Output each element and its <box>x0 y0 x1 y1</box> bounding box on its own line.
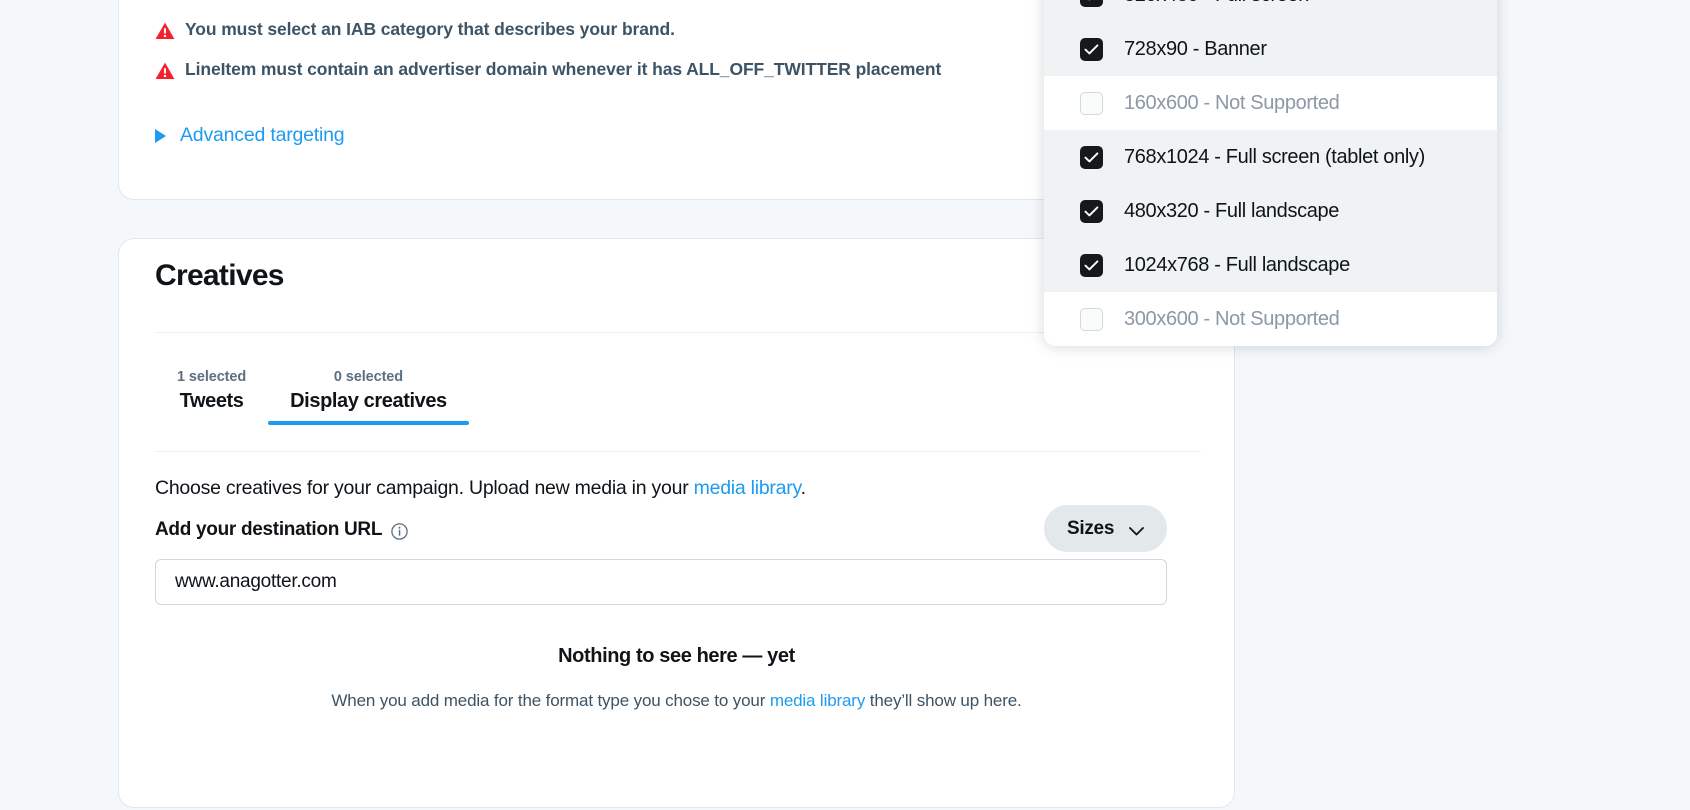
sizes-button-label: Sizes <box>1067 518 1114 540</box>
tab-display-creatives-label: Display creatives <box>290 390 447 413</box>
tab-tweets-count: 1 selected <box>177 369 246 385</box>
chevron-down-icon <box>1129 524 1144 533</box>
checkbox-checked-icon[interactable] <box>1080 38 1103 61</box>
sizes-option-label: 728x90 - Banner <box>1124 38 1267 61</box>
tab-display-creatives[interactable]: 0 selected Display creatives <box>268 369 469 425</box>
validation-error-text: LineItem must contain an advertiser doma… <box>185 59 941 80</box>
warning-triangle-icon <box>155 62 175 80</box>
tabs-underline <box>155 451 1201 452</box>
creatives-tabs: 1 selected Tweets 0 selected Display cre… <box>155 369 469 425</box>
sizes-option-row[interactable]: 480x320 - Full landscape <box>1044 184 1497 238</box>
sizes-option-row[interactable]: 768x1024 - Full screen (tablet only) <box>1044 130 1497 184</box>
sizes-option-label: 160x600 - Not Supported <box>1124 92 1339 115</box>
sizes-option-row: 160x600 - Not Supported <box>1044 76 1497 130</box>
sizes-option-row: 300x600 - Not Supported <box>1044 292 1497 346</box>
destination-url-label: Add your destination URL <box>155 519 382 541</box>
checkbox-checked-icon[interactable] <box>1080 200 1103 223</box>
tab-display-creatives-count: 0 selected <box>290 369 447 385</box>
empty-state-title: Nothing to see here — yet <box>119 645 1234 668</box>
advanced-targeting-label: Advanced targeting <box>180 124 344 147</box>
empty-state-text: When you add media for the format type y… <box>331 691 769 710</box>
sizes-option-label: 480x320 - Full landscape <box>1124 200 1339 223</box>
validation-error-row: LineItem must contain an advertiser doma… <box>155 59 1195 80</box>
validation-error-list: You must select an IAB category that des… <box>155 19 1195 99</box>
media-library-link[interactable]: media library <box>694 477 801 499</box>
page-title: Creatives <box>155 259 284 293</box>
creatives-description-suffix: . <box>801 477 806 499</box>
triangle-right-icon <box>155 129 166 143</box>
warning-triangle-icon <box>155 22 175 40</box>
checkbox-unchecked-icon <box>1080 92 1103 115</box>
sizes-dropdown-menu: 320x50 - Banner300x250 - Medium rectangl… <box>1044 0 1497 346</box>
creatives-description: Choose creatives for your campaign. Uplo… <box>155 477 806 500</box>
creatives-description-text: Choose creatives for your campaign. Uplo… <box>155 477 694 499</box>
validation-error-text: You must select an IAB category that des… <box>185 19 675 40</box>
sizes-option-row[interactable]: 320x480 - Full screen <box>1044 0 1497 22</box>
checkbox-checked-icon[interactable] <box>1080 0 1103 7</box>
empty-state-suffix: they’ll show up here. <box>865 691 1021 710</box>
sizes-option-label: 300x600 - Not Supported <box>1124 308 1339 331</box>
sizes-option-row[interactable]: 1024x768 - Full landscape <box>1044 238 1497 292</box>
destination-url-input[interactable] <box>155 559 1167 605</box>
sizes-option-row[interactable]: 728x90 - Banner <box>1044 22 1497 76</box>
sizes-option-label: 768x1024 - Full screen (tablet only) <box>1124 146 1425 169</box>
advanced-targeting-toggle[interactable]: Advanced targeting <box>155 124 344 147</box>
checkbox-checked-icon[interactable] <box>1080 254 1103 277</box>
tab-tweets[interactable]: 1 selected Tweets <box>155 369 268 425</box>
checkbox-checked-icon[interactable] <box>1080 146 1103 169</box>
validation-error-row: You must select an IAB category that des… <box>155 19 1195 40</box>
empty-state-subtitle: When you add media for the format type y… <box>119 691 1234 711</box>
checkbox-unchecked-icon <box>1080 308 1103 331</box>
sizes-option-label: 320x480 - Full screen <box>1124 0 1309 7</box>
tab-tweets-label: Tweets <box>177 390 246 413</box>
sizes-button[interactable]: Sizes <box>1044 505 1167 552</box>
destination-url-label-row: Add your destination URL <box>155 519 408 541</box>
info-circle-icon[interactable] <box>391 523 408 540</box>
empty-state-media-library-link[interactable]: media library <box>770 691 865 710</box>
sizes-option-label: 1024x768 - Full landscape <box>1124 254 1350 277</box>
